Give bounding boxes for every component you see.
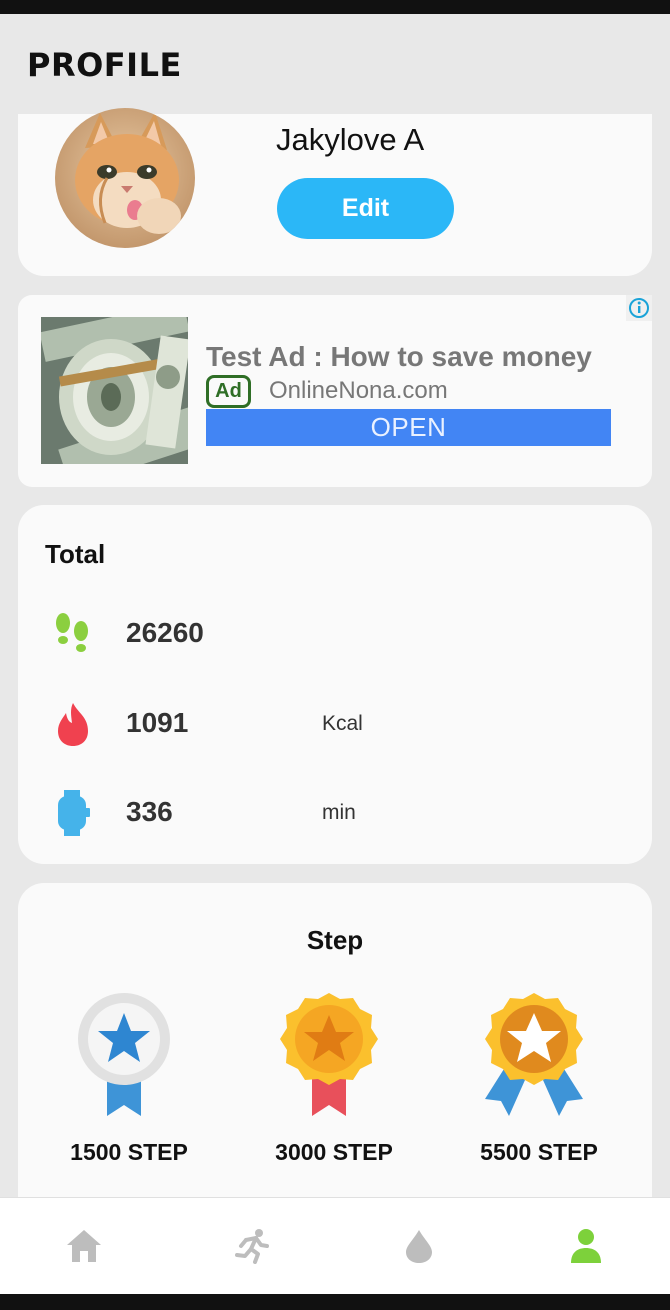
app-header: PROFILE xyxy=(0,14,670,114)
nav-activity[interactable] xyxy=(232,1226,272,1266)
nav-home[interactable] xyxy=(64,1226,104,1266)
ad-title[interactable]: Test Ad : How to save money xyxy=(206,341,592,373)
badge-1500-step[interactable]: 1500 STEP xyxy=(19,991,219,1181)
home-icon xyxy=(67,1230,101,1262)
badge-5500-step[interactable]: 5500 STEP xyxy=(429,991,629,1181)
badge-label: 1500 STEP xyxy=(70,1139,188,1165)
calories-row: 1091 Kcal xyxy=(18,693,652,753)
page-title: PROFILE xyxy=(27,46,182,84)
ad-domain: OnlineNona.com xyxy=(269,377,448,404)
ad-image[interactable] xyxy=(41,317,188,464)
money-roll-icon xyxy=(41,317,188,464)
calories-value: 1091 xyxy=(126,707,189,738)
ad-info-icon[interactable] xyxy=(626,295,652,321)
step-title: Step xyxy=(306,925,364,955)
watch-icon xyxy=(52,790,94,836)
gold-medal-icon xyxy=(274,991,384,1121)
calories-unit: Kcal xyxy=(322,712,363,735)
profile-card: Jakylove A Edit xyxy=(18,108,652,276)
duration-value: 336 xyxy=(126,796,173,827)
gold-ribbon-medal-icon xyxy=(479,991,589,1121)
badge-label: 5500 STEP xyxy=(480,1139,598,1165)
flame-icon xyxy=(52,701,94,747)
footprints-icon xyxy=(52,611,94,657)
cat-photo-icon xyxy=(55,108,195,248)
nav-profile[interactable] xyxy=(566,1226,606,1266)
ad-badge: Ad xyxy=(206,375,251,408)
steps-row: 26260 xyxy=(18,603,652,663)
badge-label: 3000 STEP xyxy=(275,1139,393,1165)
bottom-nav xyxy=(0,1197,670,1294)
nav-water[interactable] xyxy=(399,1226,439,1266)
edit-profile-button[interactable]: Edit xyxy=(277,178,454,239)
system-nav-bar xyxy=(0,1294,670,1310)
badge-3000-step[interactable]: 3000 STEP xyxy=(224,991,424,1181)
total-title: Total xyxy=(45,539,106,569)
step-achievements-card: Step 1500 STEP 3000 STEP 5500 STEP xyxy=(18,883,652,1213)
avatar[interactable] xyxy=(55,108,195,248)
user-name: Jakylove A xyxy=(276,122,425,157)
ad-banner[interactable]: Test Ad : How to save money Ad OnlineNon… xyxy=(18,295,652,487)
duration-row: 336 min xyxy=(18,782,652,842)
steps-value: 26260 xyxy=(126,617,204,648)
total-card: Total 26260 1091 Kcal 336 min xyxy=(18,505,652,864)
running-icon xyxy=(235,1229,269,1264)
duration-unit: min xyxy=(322,801,356,824)
person-icon xyxy=(571,1229,601,1263)
water-drop-icon xyxy=(406,1230,432,1263)
status-bar xyxy=(0,0,670,14)
ad-open-button[interactable]: OPEN xyxy=(206,409,611,446)
silver-medal-icon xyxy=(69,991,179,1121)
